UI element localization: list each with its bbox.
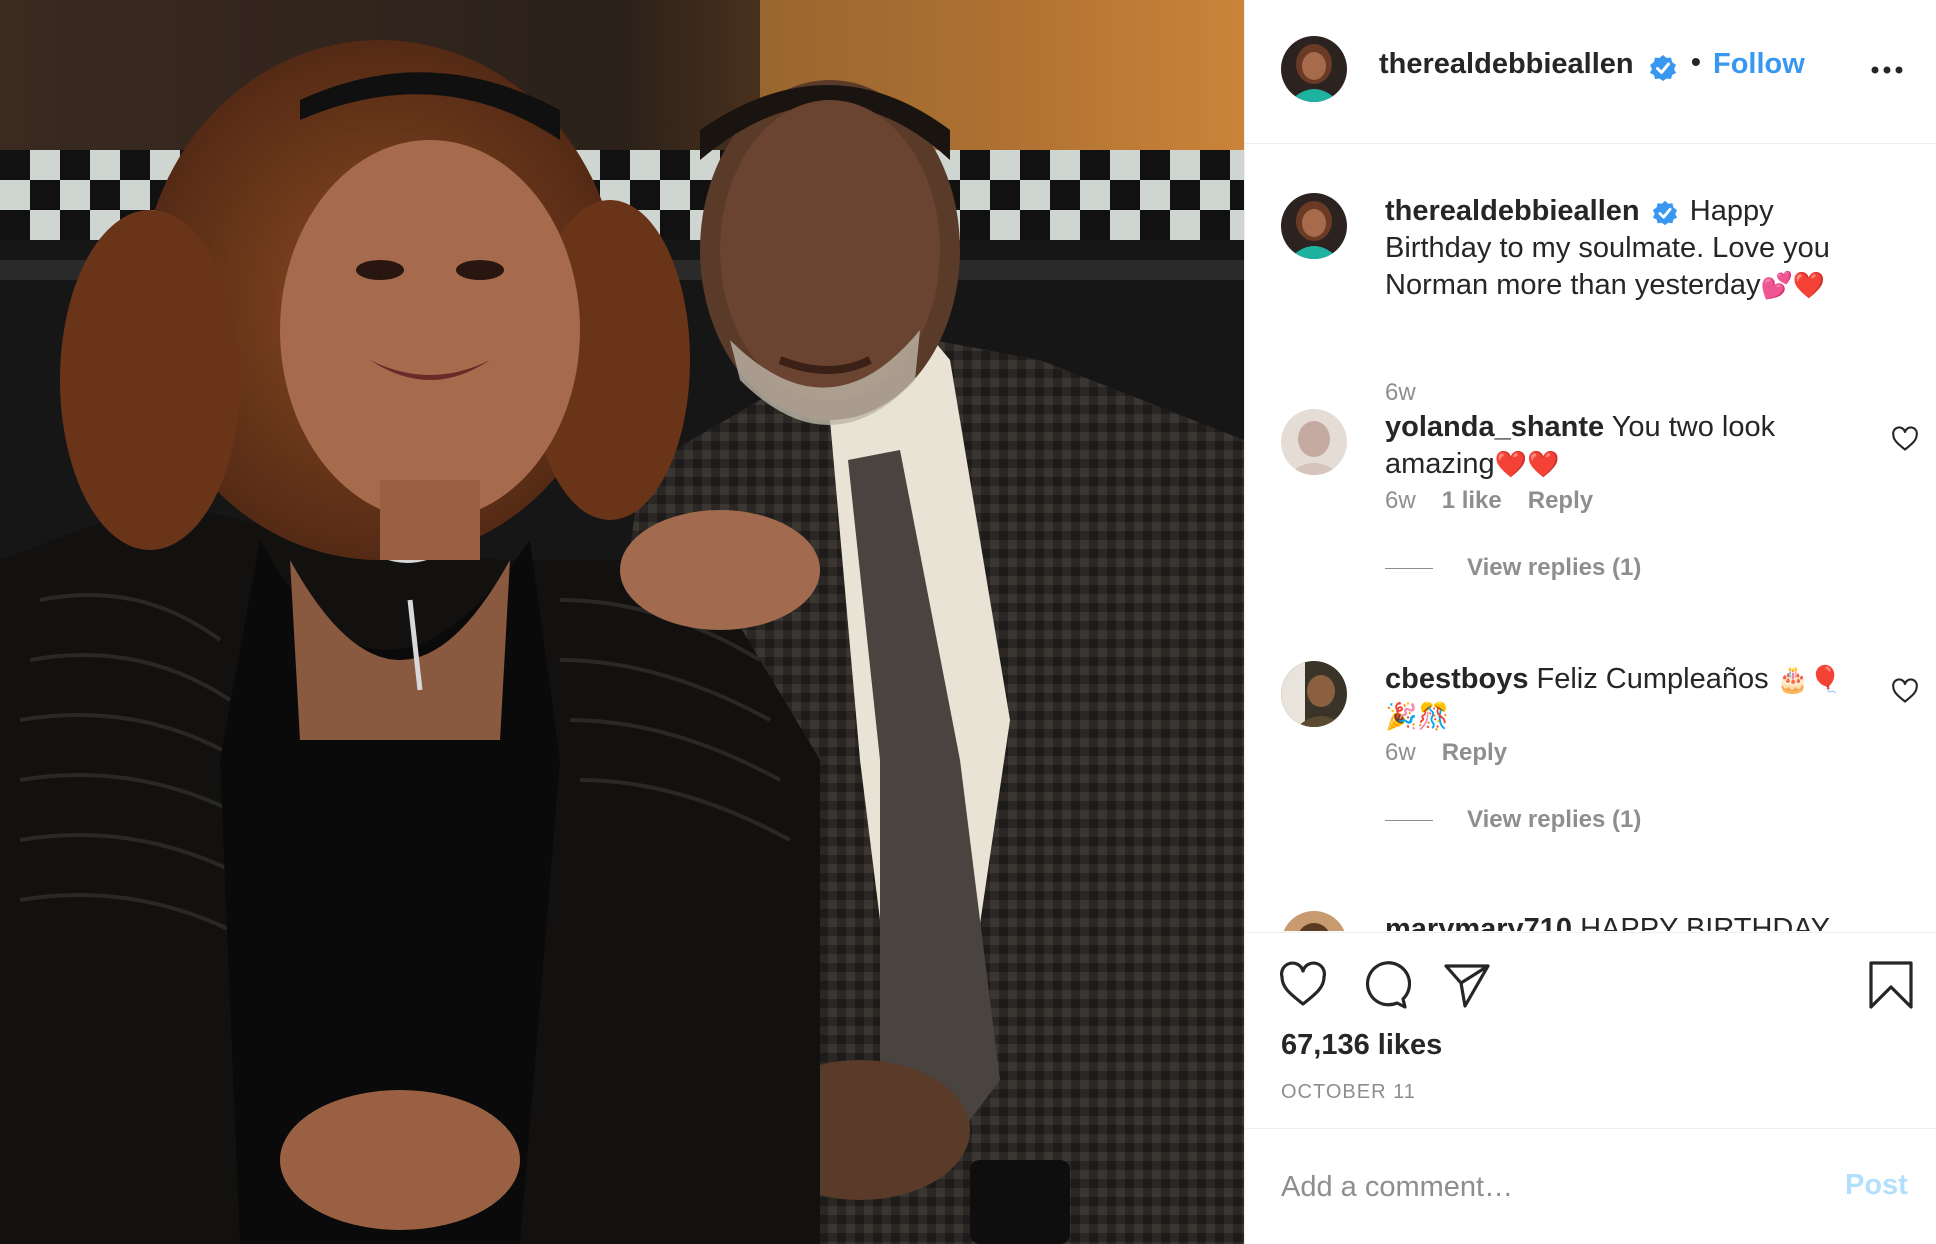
- commenter-avatar[interactable]: [1281, 661, 1347, 727]
- reply-button[interactable]: Reply: [1442, 739, 1507, 767]
- comment-text: HAPPY BIRTHDAY: [1580, 913, 1830, 931]
- comment-time[interactable]: 6w: [1385, 739, 1416, 767]
- comment-meta: 6w 1 like Reply: [1385, 487, 1593, 515]
- replies-divider: [1385, 819, 1433, 821]
- post-actions: 67,136 likes OCTOBER 11: [1245, 932, 1936, 1127]
- share-icon[interactable]: [1441, 959, 1493, 1011]
- comment-time[interactable]: 6w: [1385, 487, 1416, 515]
- like-comment-heart-icon[interactable]: [1891, 677, 1919, 705]
- heart-icon[interactable]: [1277, 959, 1329, 1011]
- comment-text: Feliz Cumpleaños: [1536, 663, 1769, 695]
- comment-icon[interactable]: [1359, 959, 1412, 1011]
- post-date[interactable]: OCTOBER 11: [1281, 1081, 1416, 1104]
- post-comment-button[interactable]: Post: [1845, 1169, 1908, 1202]
- comment-emoji: ❤️❤️: [1494, 449, 1560, 479]
- commenter-avatar[interactable]: [1281, 409, 1347, 475]
- reply-button[interactable]: Reply: [1528, 487, 1593, 515]
- view-replies-button[interactable]: View replies (1): [1385, 806, 1641, 834]
- comment-meta: 6w Reply: [1385, 739, 1507, 767]
- header-separator: •: [1691, 46, 1701, 77]
- caption-username[interactable]: therealdebbieallen: [1385, 195, 1640, 227]
- follow-button[interactable]: Follow: [1713, 48, 1805, 81]
- commenter-avatar[interactable]: [1281, 911, 1347, 931]
- author-avatar[interactable]: [1281, 36, 1347, 102]
- comment-username[interactable]: cbestboys: [1385, 663, 1528, 695]
- bookmark-icon[interactable]: [1865, 959, 1917, 1011]
- post-image: [0, 0, 1244, 1244]
- comment-text-block: yolanda_shante You two look amazing❤️❤️: [1385, 409, 1845, 483]
- post-header: therealdebbieallen • Follow: [1245, 0, 1936, 144]
- view-replies-button[interactable]: View replies (1): [1385, 554, 1641, 582]
- post-photo[interactable]: [0, 0, 1244, 1244]
- comment-input[interactable]: [1281, 1165, 1821, 1209]
- caption-time[interactable]: 6w: [1385, 379, 1416, 407]
- add-comment-bar: Post: [1245, 1128, 1936, 1244]
- verified-badge-icon: [1649, 54, 1677, 82]
- comment-text-block: cbestboys Feliz Cumpleaños 🎂🎈🎉🎊: [1385, 661, 1845, 735]
- caption-author-avatar[interactable]: [1281, 193, 1347, 259]
- comment-likes[interactable]: 1 like: [1442, 487, 1502, 515]
- replies-divider: [1385, 567, 1433, 569]
- author-username[interactable]: therealdebbieallen: [1379, 48, 1634, 81]
- view-replies-label: View replies (1): [1467, 806, 1642, 833]
- comment-username[interactable]: marymary710: [1385, 913, 1572, 931]
- view-replies-label: View replies (1): [1467, 554, 1642, 581]
- caption-text-block: therealdebbieallen Happy Birthday to my …: [1385, 193, 1845, 304]
- comment-text-block: marymary710 HAPPY BIRTHDAY: [1385, 911, 1845, 931]
- verified-badge-icon: [1652, 199, 1678, 226]
- like-comment-heart-icon[interactable]: [1891, 425, 1919, 453]
- comments-list[interactable]: therealdebbieallen Happy Birthday to my …: [1245, 145, 1936, 931]
- likes-count[interactable]: 67,136 likes: [1281, 1029, 1442, 1062]
- post-details-panel: therealdebbieallen • Follow therealdebbi…: [1244, 0, 1936, 1244]
- caption-meta: 6w: [1385, 379, 1416, 407]
- caption-emoji: 💕❤️: [1760, 270, 1826, 300]
- comment-username[interactable]: yolanda_shante: [1385, 411, 1604, 443]
- more-options-icon[interactable]: [1867, 58, 1907, 82]
